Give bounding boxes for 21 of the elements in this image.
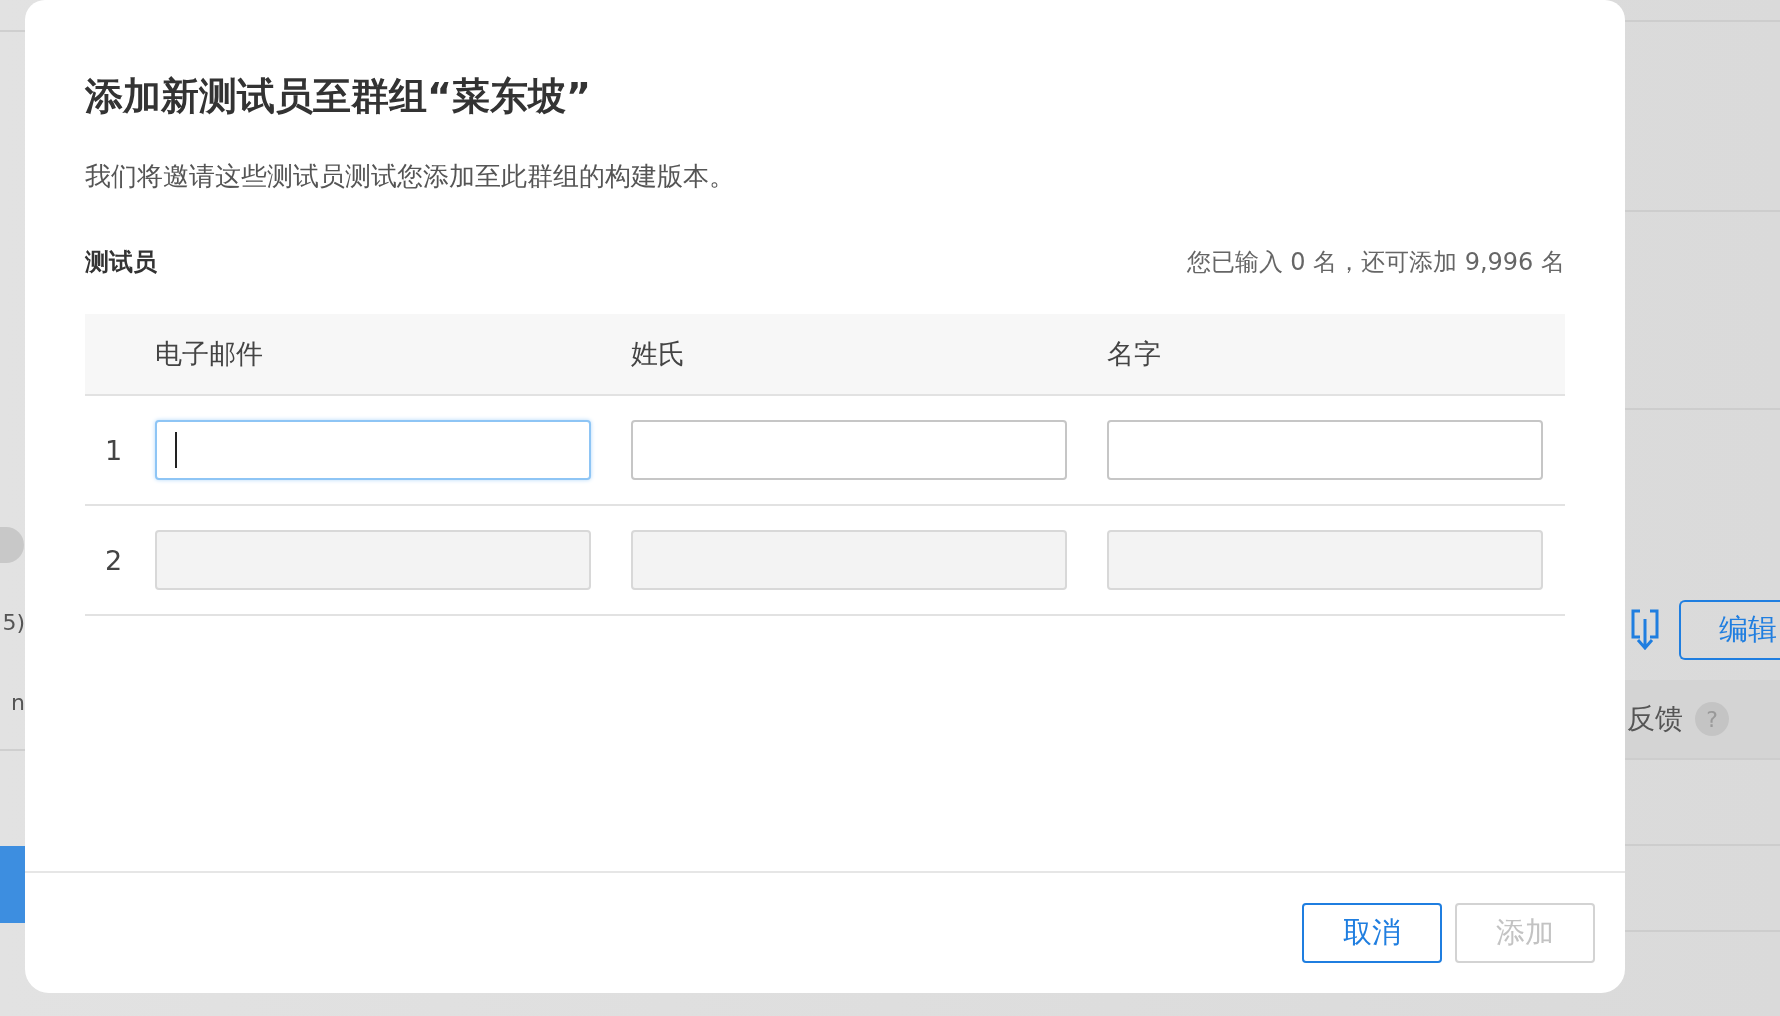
section-label: 测试员 <box>85 247 157 278</box>
input-field[interactable] <box>155 420 591 480</box>
text-cursor <box>175 432 177 468</box>
row-number: 2 <box>104 544 124 576</box>
dialog-title: 添加新测试员至群组“菜东坡” <box>85 73 592 120</box>
feedback-label: 反馈 <box>1627 701 1683 737</box>
input-field[interactable] <box>1107 420 1543 480</box>
tester-counter: 您已输入 0 名，还可添加 9,996 名 <box>1186 247 1565 278</box>
column-header: 电子邮件 <box>155 337 264 371</box>
background-text: 5) <box>2 609 25 637</box>
dialog-description: 我们将邀请这些测试员测试您添加至此群组的构建版本。 <box>85 160 736 193</box>
help-icon[interactable]: ? <box>1695 702 1729 736</box>
row-number: 1 <box>104 434 124 466</box>
edit-button[interactable]: 编辑 <box>1679 600 1780 660</box>
download-icon[interactable] <box>1631 609 1659 651</box>
column-header: 姓氏 <box>631 337 686 371</box>
cancel-button[interactable]: 取消 <box>1302 903 1442 963</box>
toggle-knob <box>0 527 24 563</box>
column-header: 名字 <box>1107 337 1162 371</box>
background-text: n <box>11 689 25 717</box>
input-field[interactable] <box>631 420 1067 480</box>
